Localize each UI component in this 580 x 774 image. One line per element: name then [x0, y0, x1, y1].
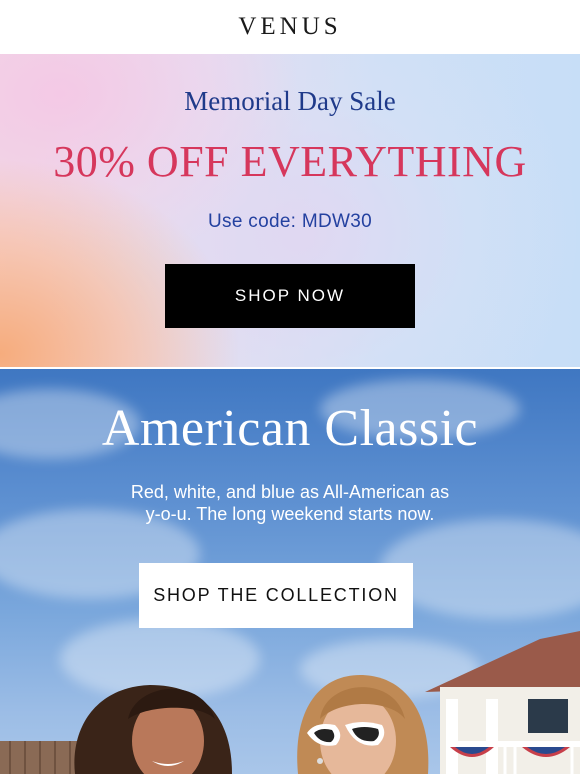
hero-subtitle: Red, white, and blue as All-American as … — [0, 481, 580, 525]
hero-title: American Classic — [101, 400, 479, 457]
beach-house-illustration — [425, 631, 580, 774]
model-left-illustration — [74, 685, 232, 774]
american-classic-hero-banner[interactable]: American Classic Red, white, and blue as… — [0, 369, 580, 774]
shop-the-collection-button[interactable]: SHOP THE COLLECTION — [139, 563, 413, 628]
sale-title: Memorial Day Sale — [184, 86, 396, 116]
hero-subtitle-line-2: y-o-u. The long weekend starts now. — [145, 504, 435, 524]
fence-illustration — [0, 741, 80, 774]
hero-subtitle-line-1: Red, white, and blue as All-American as — [130, 482, 450, 502]
memorial-day-sale-banner[interactable]: Memorial Day Sale 30% OFF EVERYTHING Use… — [0, 54, 580, 367]
shop-now-button[interactable]: SHOP NOW — [165, 264, 415, 328]
email-header: VENUS — [0, 0, 580, 54]
sale-headline: 30% OFF EVERYTHING — [53, 137, 527, 186]
venus-logo[interactable]: VENUS — [238, 13, 341, 41]
model-right-illustration — [297, 675, 429, 774]
promo-code-text: Use code: MDW30 — [208, 211, 372, 232]
